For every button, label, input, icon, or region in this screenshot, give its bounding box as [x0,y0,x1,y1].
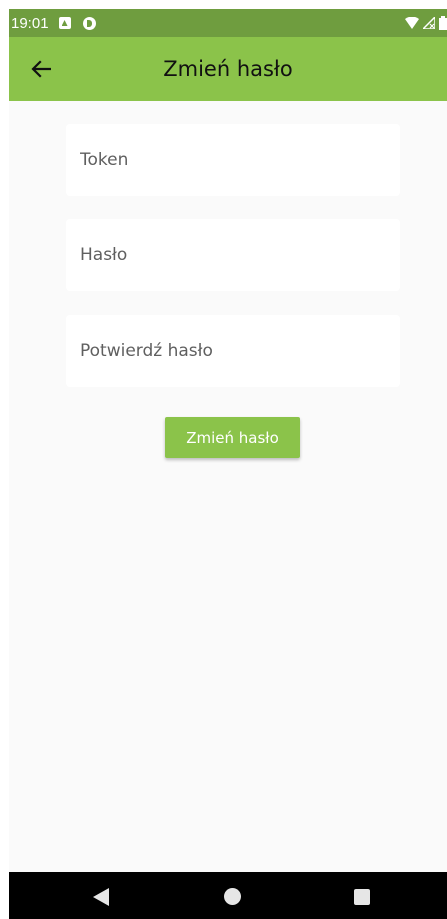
page-title: Zmień hasło [163,57,293,81]
status-bar: 19:01 [9,9,447,37]
status-right-icons [405,16,447,30]
phone-screen: 19:01 Zmień hasło Token Zmień hasło [9,9,447,919]
notification-circle-icon [82,16,96,30]
notification-a-icon [58,17,71,29]
back-button[interactable] [23,51,59,87]
confirm-password-input[interactable] [66,315,400,387]
arrow-back-icon [31,60,51,78]
token-input[interactable] [66,124,400,196]
nav-home-icon[interactable] [224,888,241,905]
system-nav-bar [9,872,447,919]
app-bar: Zmień hasło [9,37,447,101]
confirm-password-field-container [66,315,400,387]
password-input[interactable] [66,219,400,291]
password-field-container [66,219,400,291]
nav-back-icon[interactable] [93,888,109,906]
status-time: 19:01 [11,14,49,32]
token-field-container [66,124,400,196]
wifi-icon [405,17,419,29]
signal-icon [423,17,435,29]
nav-recents-icon[interactable] [354,889,370,905]
battery-icon [439,16,447,30]
change-password-button[interactable]: Zmień hasło [165,417,300,458]
